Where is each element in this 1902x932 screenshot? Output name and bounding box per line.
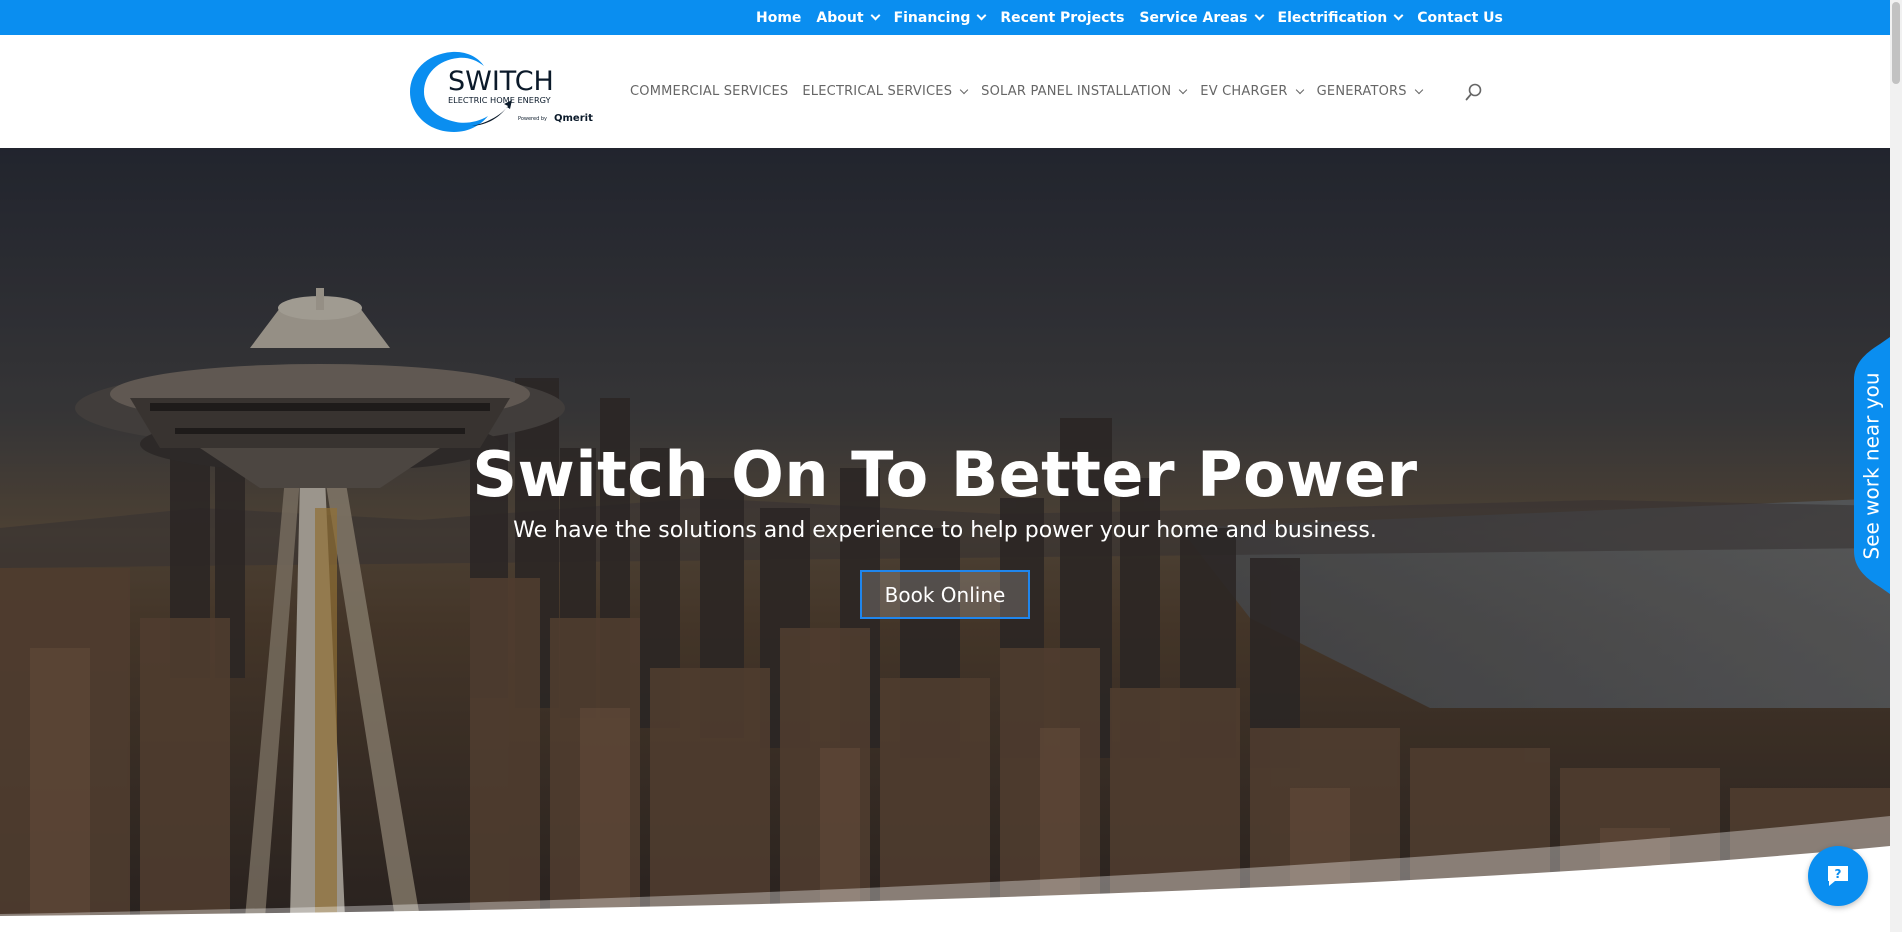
chevron-down-icon (870, 10, 881, 21)
mainnav-item-ev-charger[interactable]: EV CHARGER (1200, 84, 1304, 99)
search-icon[interactable] (1465, 83, 1483, 101)
chevron-down-icon (976, 10, 987, 21)
chevron-down-icon (1393, 10, 1404, 21)
mainnav-label: EV CHARGER (1200, 84, 1288, 99)
top-nav: Home About Financing Recent Projects Ser… (756, 0, 1518, 35)
scrollbar-track[interactable] (1890, 0, 1902, 932)
scrollbar-thumb[interactable] (1892, 2, 1900, 84)
topnav-item-home[interactable]: Home (756, 10, 801, 26)
mainnav-label: ELECTRICAL SERVICES (802, 84, 953, 99)
mainnav-item-solar-panel-installation[interactable]: SOLAR PANEL INSTALLATION (981, 84, 1188, 99)
logo-powered-by: Powered by (518, 116, 547, 122)
top-utility-bar: Home About Financing Recent Projects Ser… (0, 0, 1890, 35)
topnav-label: Home (756, 9, 802, 26)
chevron-down-icon (959, 85, 969, 94)
topnav-item-service-areas[interactable]: Service Areas (1139, 9, 1264, 26)
chevron-down-icon (1295, 85, 1304, 94)
topnav-label: Recent Projects (1000, 9, 1125, 26)
mainnav-label: SOLAR PANEL INSTALLATION (981, 84, 1172, 99)
book-online-button[interactable]: Book Online (860, 570, 1030, 619)
topnav-item-financing[interactable]: Financing (893, 9, 987, 26)
mainnav-label: COMMERCIAL SERVICES (630, 84, 789, 99)
topnav-item-electrification[interactable]: Electrification (1277, 9, 1404, 26)
logo-partner: Qmerit (554, 113, 593, 124)
side-tab-text: See work near you (1859, 372, 1884, 559)
mainnav-label: GENERATORS (1316, 84, 1407, 99)
logo-mark: SWITCH ELECTRIC HOME ENERGY Powered by Q… (410, 51, 593, 132)
chevron-down-icon (1414, 85, 1423, 94)
topnav-label: Financing (893, 9, 971, 26)
site-header: SWITCH ELECTRIC HOME ENERGY Powered by Q… (0, 35, 1890, 148)
help-chat-button[interactable]: ? (1808, 846, 1868, 906)
chevron-down-icon (1254, 10, 1264, 21)
topnav-item-about[interactable]: About (816, 9, 881, 26)
mainnav-item-electrical-services[interactable]: ELECTRICAL SERVICES (802, 84, 969, 99)
topnav-item-recent-projects[interactable]: Recent Projects (1000, 10, 1124, 26)
hero-title: Switch On To Better Power (472, 438, 1418, 511)
topnav-label: Electrification (1277, 9, 1388, 26)
main-nav: COMMERCIAL SERVICES ELECTRICAL SERVICES … (630, 35, 1436, 148)
chevron-down-icon (1179, 85, 1188, 94)
question-chat-icon: ? (1828, 866, 1848, 886)
topnav-label: Contact Us (1417, 9, 1503, 26)
hero-section: Switch On To Better Power We have the so… (0, 148, 1890, 918)
mainnav-item-generators[interactable]: GENERATORS (1316, 84, 1423, 99)
hero-subtitle: We have the solutions and experience to … (513, 518, 1377, 543)
topnav-label: Service Areas (1139, 9, 1248, 26)
site-logo[interactable]: SWITCH ELECTRIC HOME ENERGY Powered by Q… (408, 48, 594, 136)
logo-wordmark: SWITCH (448, 66, 554, 97)
topnav-label: About (816, 9, 864, 26)
svg-text:?: ? (1835, 867, 1842, 881)
mainnav-item-commercial-services[interactable]: COMMERCIAL SERVICES (630, 84, 788, 99)
side-tab-label: See work near you (1852, 337, 1890, 594)
logo-tagline: ELECTRIC HOME ENERGY (448, 95, 552, 105)
topnav-item-contact-us[interactable]: Contact Us (1417, 10, 1503, 26)
